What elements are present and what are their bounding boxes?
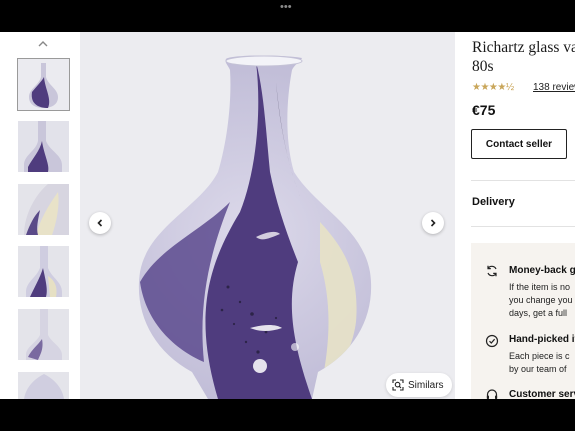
thumbnail-5[interactable] [18, 309, 69, 360]
main-product-image[interactable]: Similars [80, 32, 455, 399]
chevron-left-icon [97, 219, 103, 227]
divider [471, 226, 575, 227]
visual-search-icon [392, 379, 404, 391]
rating-stars: ★★★★½ [472, 82, 514, 93]
previous-image-button[interactable] [89, 212, 111, 234]
chevron-up-icon[interactable] [36, 38, 50, 50]
guarantees-panel: Money-back g If the item is no you chang… [471, 243, 575, 399]
product-title: Richartz glass va 80s [472, 39, 575, 75]
window-dots[interactable]: ••• [280, 1, 292, 13]
product-info-panel: Richartz glass va 80s ★★★★½ 138 review €… [455, 32, 575, 399]
system-top-bar: ••• [0, 0, 575, 32]
product-page: Similars Richartz glass va 80s ★★★★½ 138… [0, 32, 575, 399]
delivery-section-toggle[interactable]: Delivery [472, 196, 515, 208]
thumbnail-4[interactable] [18, 246, 69, 297]
system-bottom-bar [0, 399, 575, 431]
check-circle-icon [485, 334, 499, 348]
product-price: €75 [472, 102, 496, 118]
refresh-icon [487, 265, 497, 277]
thumbnail-strip [0, 32, 80, 399]
similars-button[interactable]: Similars [386, 373, 452, 397]
promo-title: Customer serv [509, 389, 575, 399]
promo-title: Money-back g [509, 265, 575, 276]
next-image-button[interactable] [422, 212, 444, 234]
thumbnail-1[interactable] [17, 58, 70, 111]
divider [471, 180, 575, 181]
thumbnail-3[interactable] [18, 184, 69, 235]
contact-seller-button[interactable]: Contact seller [471, 129, 567, 159]
promo-text: If the item is no you change you days, g… [509, 282, 573, 318]
reviews-link[interactable]: 138 review [533, 82, 575, 93]
vase-image [80, 32, 455, 399]
headset-icon [486, 389, 498, 399]
thumbnail-2[interactable] [18, 121, 69, 172]
chevron-right-icon [430, 219, 436, 227]
promo-title: Hand-picked it [509, 334, 575, 345]
similars-label: Similars [408, 379, 444, 391]
promo-text: Each piece is c by our team of [509, 351, 570, 374]
thumbnail-6[interactable] [18, 372, 69, 399]
